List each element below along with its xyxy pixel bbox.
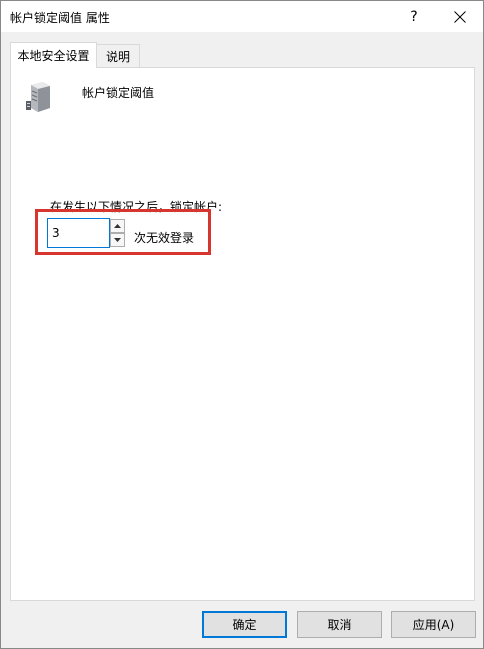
chevron-up-icon (114, 224, 121, 228)
tab-local-security-setting[interactable]: 本地安全设置 (10, 42, 97, 68)
policy-name: 帐户锁定阈值 (82, 86, 155, 100)
close-button[interactable] (437, 1, 483, 32)
ok-button[interactable]: 确定 (202, 611, 287, 638)
help-icon: ? (410, 8, 418, 25)
tab-panel (10, 67, 475, 601)
cancel-button[interactable]: 取消 (297, 611, 382, 638)
properties-dialog: 帐户锁定阈值 属性 ? 本地安全设置 说明 帐户锁定阈值 在发生以下情况之后，锁… (0, 0, 484, 649)
spin-up-button[interactable] (110, 219, 125, 233)
tab-explain[interactable]: 说明 (96, 44, 140, 67)
tab-label: 本地安全设置 (17, 49, 90, 63)
chevron-down-icon (114, 238, 121, 242)
lockout-prompt-label: 在发生以下情况之后，锁定帐户: (50, 200, 223, 214)
apply-button[interactable]: 应用(A) (391, 611, 476, 638)
server-icon (26, 82, 50, 112)
invalid-logon-suffix: 次无效登录 (134, 231, 195, 245)
help-button[interactable]: ? (391, 1, 437, 32)
spin-down-button[interactable] (110, 233, 125, 247)
close-icon (454, 10, 466, 23)
window-title: 帐户锁定阈值 属性 (10, 11, 110, 25)
title-bar: 帐户锁定阈值 属性 ? (1, 1, 483, 32)
lockout-threshold-input[interactable] (47, 218, 110, 248)
tab-label: 说明 (105, 49, 130, 64)
